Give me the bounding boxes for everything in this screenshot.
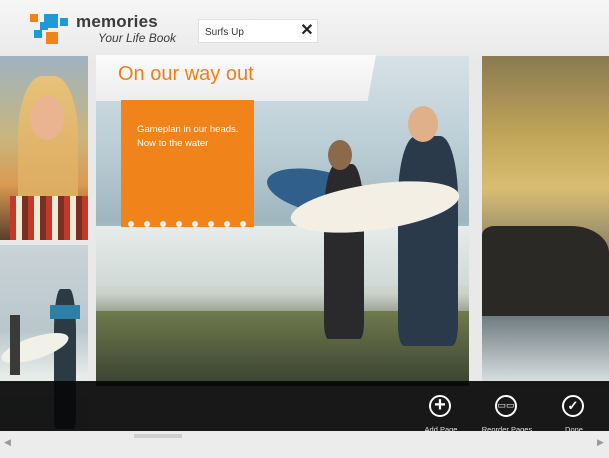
- scroll-left-icon[interactable]: ◀: [4, 437, 11, 448]
- header: memories Your Life Book ✕: [0, 0, 609, 58]
- page-title-input[interactable]: [205, 24, 295, 40]
- caption-note[interactable]: [121, 100, 254, 227]
- photo-rocky-coast[interactable]: [482, 56, 609, 386]
- horizontal-scrollbar[interactable]: ◀ ▶: [0, 431, 609, 458]
- app-subtitle: Your Life Book: [98, 31, 177, 45]
- caption-title[interactable]: On our way out: [118, 63, 254, 86]
- checkmark-icon: ✓: [562, 395, 584, 417]
- photo-girl-surfer[interactable]: [0, 56, 88, 240]
- plus-icon: +: [429, 395, 451, 417]
- app-title: memories: [76, 12, 158, 31]
- scroll-right-icon[interactable]: ▶: [597, 437, 604, 448]
- note-perforation: [126, 221, 256, 229]
- app-logo-icon: [30, 14, 70, 44]
- reorder-pages-button[interactable]: ▭▭ Reorder Pages: [472, 395, 542, 435]
- scroll-thumb[interactable]: [134, 434, 182, 438]
- caption-note-text: Gameplan in our heads. Now to the water: [137, 124, 239, 149]
- close-icon[interactable]: ✕: [299, 23, 315, 39]
- reorder-pages-icon: ▭▭: [495, 395, 517, 417]
- add-page-button[interactable]: + Add Page: [406, 395, 476, 435]
- done-button[interactable]: ✓ Done: [539, 395, 609, 435]
